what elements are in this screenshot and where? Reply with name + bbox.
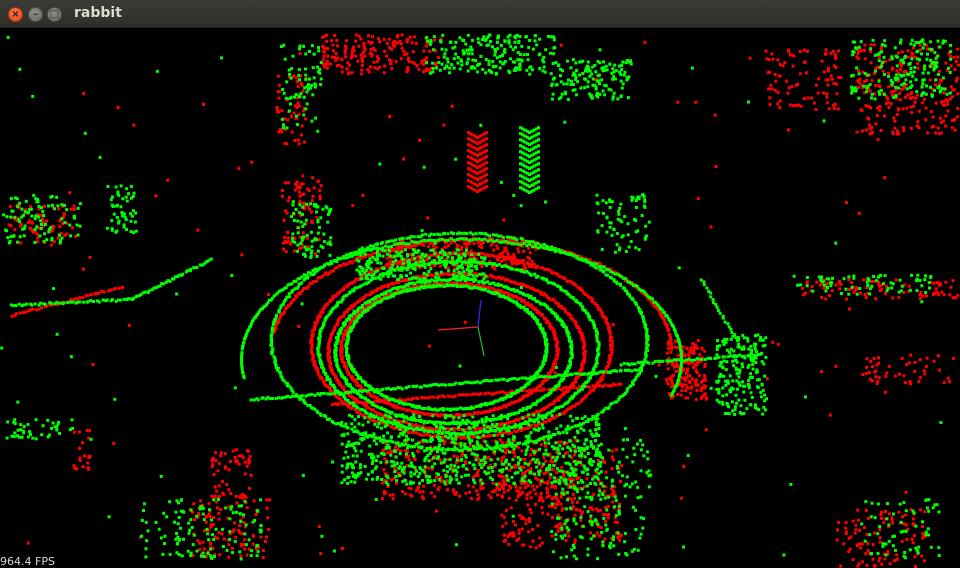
point-cloud-viewport[interactable]: 964.4 FPS: [0, 28, 960, 568]
minimize-button[interactable]: –: [28, 7, 43, 22]
coordinate-axes: [437, 299, 485, 357]
maximize-icon: □: [49, 8, 60, 20]
green-point-cloud: [0, 33, 953, 561]
red-point-cloud: [7, 33, 960, 568]
close-button[interactable]: ×: [8, 7, 23, 22]
y-axis-line: [477, 326, 485, 357]
fps-counter: 964.4 FPS: [0, 555, 55, 568]
maximize-button[interactable]: □: [47, 7, 62, 22]
point-cloud-canvas[interactable]: [0, 28, 960, 568]
close-icon: ×: [11, 8, 20, 20]
x-axis-line: [437, 326, 479, 331]
window-titlebar[interactable]: × – □ rabbit: [0, 0, 960, 28]
minimize-icon: –: [33, 8, 38, 20]
window-title: rabbit: [74, 5, 122, 21]
z-axis-line: [477, 299, 482, 328]
